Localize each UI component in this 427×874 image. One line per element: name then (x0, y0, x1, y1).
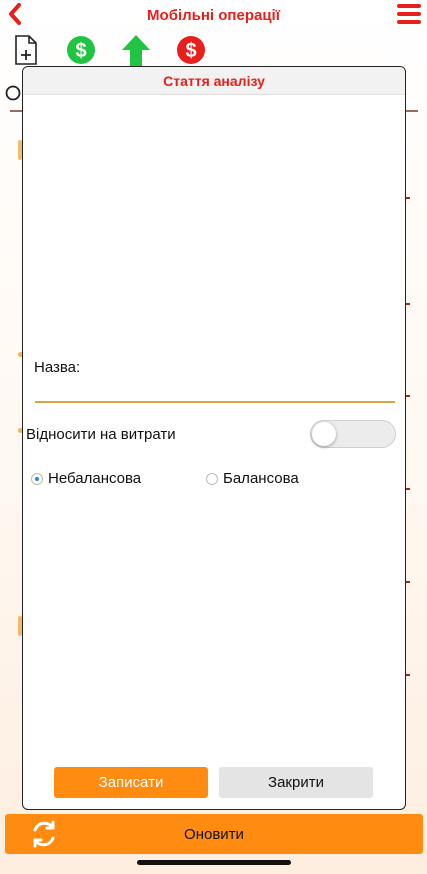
dollar-red-icon: $ (177, 36, 205, 64)
radio-balance[interactable]: Балансова (206, 470, 299, 487)
radio-button[interactable] (31, 472, 43, 485)
radio-label: Небалансова (48, 470, 142, 487)
refresh-icon (33, 820, 55, 848)
top-bar: Мобільні операції (0, 0, 427, 30)
page-title: Мобільні операції (147, 6, 280, 24)
chevron-left-icon (9, 3, 21, 25)
refresh-label: Оновити (184, 825, 244, 843)
new-document-icon (15, 35, 37, 65)
income-button[interactable]: $ (65, 34, 97, 66)
dollar-green-icon: $ (67, 36, 95, 64)
back-button[interactable] (4, 2, 26, 26)
name-label: Назва: (34, 359, 81, 376)
dialog-title: Стаття аналізу (163, 72, 265, 89)
expense-button[interactable]: $ (175, 34, 207, 66)
svg-text:$: $ (185, 40, 196, 62)
radio-off-balance[interactable]: Небалансова (31, 470, 141, 487)
radio-label: Балансова (223, 470, 299, 487)
expense-toggle[interactable] (310, 420, 396, 448)
home-indicator (137, 860, 291, 865)
radio-button[interactable] (206, 472, 218, 485)
close-button[interactable]: Закрити (219, 767, 373, 798)
upload-button[interactable] (120, 34, 152, 66)
refresh-button[interactable]: Оновити (5, 814, 423, 854)
name-input[interactable] (35, 379, 395, 403)
search-icon (5, 85, 21, 101)
hamburger-menu-button[interactable] (397, 2, 421, 26)
dialog-header: Стаття аналізу (23, 67, 405, 95)
analysis-item-dialog: Стаття аналізу Назва: Відносити на витра… (22, 66, 406, 810)
toggle-knob (312, 422, 336, 446)
divider (404, 110, 418, 112)
arrow-up-icon (122, 35, 150, 66)
menu-bar (397, 4, 421, 8)
menu-bar (397, 12, 421, 16)
new-document-button[interactable] (10, 34, 42, 66)
menu-bar (397, 20, 421, 24)
expense-label: Відносити на витрати (26, 426, 176, 443)
svg-text:$: $ (75, 40, 86, 62)
save-button[interactable]: Записати (54, 767, 208, 798)
